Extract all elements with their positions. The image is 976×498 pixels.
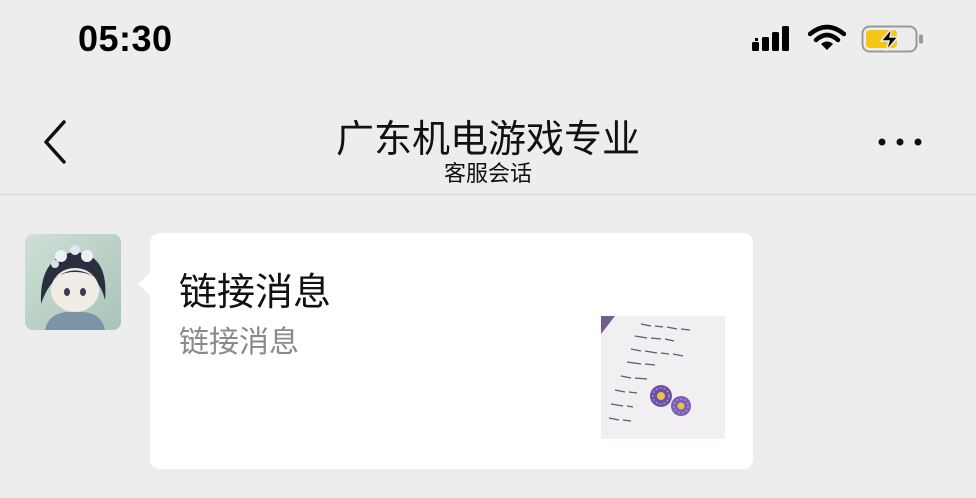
avatar[interactable] xyxy=(25,234,121,330)
link-card-title: 链接消息 xyxy=(179,270,332,314)
nav-divider xyxy=(0,194,976,195)
page-title: 广东机电游戏专业 xyxy=(335,117,640,161)
page-subtitle: 客服会话 xyxy=(443,162,532,187)
link-card-description: 链接消息 xyxy=(179,325,299,360)
link-message-card[interactable]: 链接消息 链接消息 xyxy=(150,233,753,469)
signal-icon xyxy=(752,26,789,51)
wifi-icon xyxy=(808,24,846,50)
avatar-girl-with-flowers-icon xyxy=(25,234,121,330)
more-button[interactable] xyxy=(876,130,926,154)
nav-bar: 广东机电游戏专业 客服会话 xyxy=(0,80,976,194)
status-time: 05:30 xyxy=(78,18,173,59)
more-dots-icon xyxy=(878,138,922,146)
battery-charging-icon xyxy=(861,25,923,53)
thumbnail-handwritten-note-with-purple-flowers-icon xyxy=(601,316,725,439)
status-bar: 05:30 xyxy=(0,0,976,80)
link-card-thumbnail xyxy=(601,316,725,439)
